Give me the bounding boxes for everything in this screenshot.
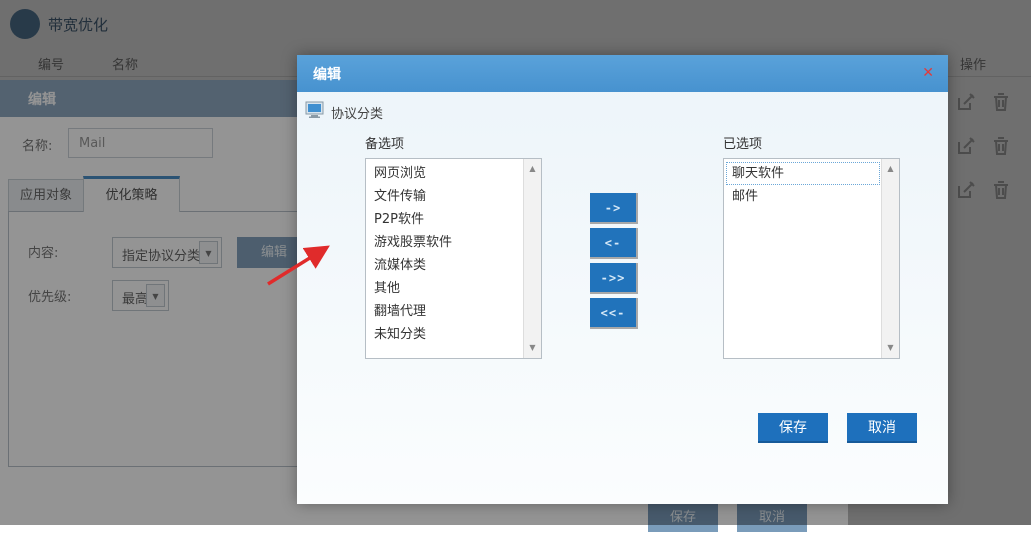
- selected-items: 聊天软件 邮件: [724, 159, 882, 358]
- list-item[interactable]: 其他: [368, 277, 522, 300]
- section-header: 协议分类: [305, 101, 325, 121]
- available-listbox[interactable]: 网页浏览 文件传输 P2P软件 游戏股票软件 流媒体类 其他 翻墙代理 未知分类…: [365, 158, 542, 359]
- section-title: 协议分类: [331, 103, 383, 122]
- scrollbar[interactable]: ▲ ▼: [881, 159, 899, 358]
- list-item[interactable]: 未知分类: [368, 323, 522, 346]
- protocol-category-modal: 编辑 ✕ 协议分类 备选项 已选项 网页浏览 文件传输 P2P软件 游戏股票软件…: [297, 55, 948, 504]
- modal-header: 编辑 ✕: [297, 55, 948, 92]
- move-all-left-button[interactable]: <<-: [590, 298, 638, 329]
- monitor-icon: [305, 101, 325, 118]
- selected-listbox[interactable]: 聊天软件 邮件 ▲ ▼: [723, 158, 900, 359]
- list-item[interactable]: 流媒体类: [368, 254, 522, 277]
- move-all-right-button[interactable]: ->>: [590, 263, 638, 294]
- cancel-button[interactable]: 取消: [847, 413, 917, 443]
- list-item[interactable]: 邮件: [726, 185, 880, 208]
- scrollbar[interactable]: ▲ ▼: [523, 159, 541, 358]
- move-right-button[interactable]: ->: [590, 193, 638, 224]
- available-items: 网页浏览 文件传输 P2P软件 游戏股票软件 流媒体类 其他 翻墙代理 未知分类: [366, 159, 524, 358]
- scroll-up-icon[interactable]: ▲: [882, 161, 899, 177]
- list-item[interactable]: 文件传输: [368, 185, 522, 208]
- scroll-down-icon[interactable]: ▼: [524, 340, 541, 356]
- list-item[interactable]: 游戏股票软件: [368, 231, 522, 254]
- list-item[interactable]: P2P软件: [368, 208, 522, 231]
- modal-title: 编辑: [313, 64, 341, 84]
- close-icon[interactable]: ✕: [922, 64, 934, 82]
- move-left-button[interactable]: <-: [590, 228, 638, 259]
- list-item[interactable]: 翻墙代理: [368, 300, 522, 323]
- red-arrow-annotation: [263, 241, 343, 291]
- scroll-down-icon[interactable]: ▼: [882, 340, 899, 356]
- list-item[interactable]: 网页浏览: [368, 162, 522, 185]
- save-button[interactable]: 保存: [758, 413, 828, 443]
- scroll-up-icon[interactable]: ▲: [524, 161, 541, 177]
- available-list-label: 备选项: [365, 133, 404, 152]
- list-item-focused[interactable]: 聊天软件: [726, 162, 880, 185]
- selected-list-label: 已选项: [723, 133, 762, 152]
